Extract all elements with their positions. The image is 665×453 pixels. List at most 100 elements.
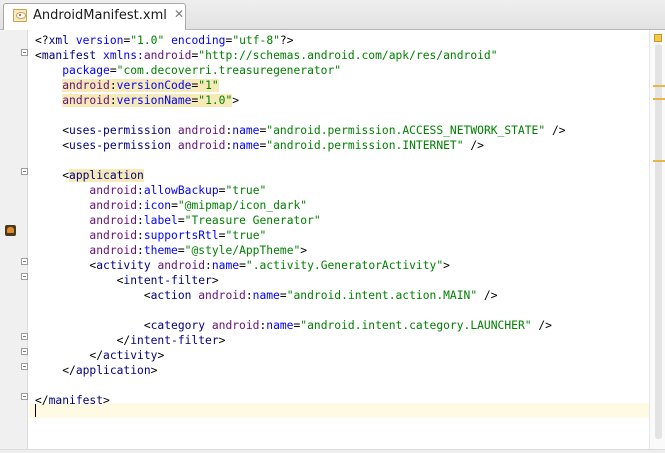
code-token: manifest xyxy=(41,49,104,62)
code-token: activity xyxy=(103,349,158,362)
code-line[interactable]: package="com.decoverri.treasuregenerator… xyxy=(35,63,341,78)
code-token: </ xyxy=(35,364,76,377)
code-token: versionCode xyxy=(116,79,192,92)
code-token: "com.decoverri.treasuregenerator" xyxy=(116,64,342,77)
code-token: android xyxy=(198,289,246,302)
fold-toggle-intent-filter-end[interactable] xyxy=(21,333,28,340)
code-token: uses-permission xyxy=(69,139,178,152)
code-token: > xyxy=(218,334,226,347)
code-token: "android.permission.ACCESS_NETWORK_STATE… xyxy=(266,124,546,137)
code-line[interactable]: </intent-filter> xyxy=(35,333,226,348)
code-line[interactable]: <manifest xmlns:android="http://schemas.… xyxy=(35,48,498,63)
code-token: activity xyxy=(96,259,158,272)
code-token: "true" xyxy=(225,184,267,197)
editor-tab-bar: AndroidManifest.xml ✕ xyxy=(0,0,665,30)
code-token: supportsRtl xyxy=(143,229,219,242)
code-token: versionName xyxy=(116,94,192,107)
code-line[interactable]: android:allowBackup="true" xyxy=(35,183,266,198)
code-token: package xyxy=(62,64,110,77)
code-token: "android.intent.category.LAUNCHER" xyxy=(300,319,532,332)
code-line[interactable]: android:versionCode="1" xyxy=(35,78,219,93)
code-token: > xyxy=(443,259,450,272)
code-token: < xyxy=(35,139,70,152)
code-token: > xyxy=(157,349,165,362)
code-token: android xyxy=(143,49,192,62)
warning-marker[interactable] xyxy=(653,98,665,100)
editor-bottom-edge xyxy=(0,449,665,453)
code-token: version xyxy=(75,34,124,47)
code-line[interactable]: android:supportsRtl="true" xyxy=(35,228,266,243)
editor-gutter xyxy=(0,30,28,453)
code-token: category xyxy=(150,319,212,332)
code-token: intent-filter xyxy=(130,334,219,347)
code-token: name xyxy=(232,139,260,152)
code-token: "Treasure Generator" xyxy=(184,214,321,227)
code-line[interactable]: </application> xyxy=(35,363,157,378)
error-stripe[interactable] xyxy=(649,30,665,453)
code-token: application xyxy=(75,364,151,377)
code-token: application xyxy=(69,169,144,182)
code-line[interactable]: android:theme="@style/AppTheme"> xyxy=(35,243,307,258)
code-line[interactable]: <application xyxy=(35,168,144,183)
code-line[interactable]: android:label="Treasure Generator" xyxy=(35,213,321,228)
code-line[interactable]: </activity> xyxy=(35,348,164,363)
code-token: android xyxy=(89,199,138,212)
code-token: android xyxy=(89,184,138,197)
code-line[interactable]: <intent-filter> xyxy=(35,273,219,288)
close-tab-icon[interactable]: ✕ xyxy=(174,7,184,21)
fold-toggle-application-end[interactable] xyxy=(21,363,28,370)
code-token: </ xyxy=(35,349,104,362)
android-icon[interactable] xyxy=(5,225,16,236)
code-area[interactable]: <?xml version="1.0" encoding="utf-8"?> <m… xyxy=(29,30,649,453)
code-line[interactable]: <uses-permission android:name="android.p… xyxy=(35,123,566,138)
warning-marker[interactable] xyxy=(653,160,665,162)
code-line[interactable]: <category android:name="android.intent.c… xyxy=(35,318,552,333)
code-token: android xyxy=(62,94,110,107)
code-token: = xyxy=(109,64,117,77)
vertical-scrollbar[interactable] xyxy=(655,44,662,439)
fold-toggle-application[interactable] xyxy=(21,168,28,175)
warning-marker[interactable] xyxy=(653,85,665,87)
code-line[interactable]: <?xml version="1.0" encoding="utf-8"?> xyxy=(35,33,294,48)
fold-toggle-activity[interactable] xyxy=(21,258,28,265)
code-token: intent-filter xyxy=(123,274,212,287)
code-token: encoding xyxy=(171,34,226,47)
code-token: manifest xyxy=(48,394,104,407)
code-token: android xyxy=(89,229,138,242)
code-token: : xyxy=(137,199,144,212)
code-token: android xyxy=(62,79,110,92)
xml-file-icon xyxy=(13,9,27,22)
tab-title: AndroidManifest.xml xyxy=(33,8,167,23)
fold-toggle-activity-end[interactable] xyxy=(21,348,28,355)
code-line[interactable]: </manifest> xyxy=(35,393,110,408)
code-token: icon xyxy=(143,199,172,212)
code-line[interactable]: <activity android:name=".activity.Genera… xyxy=(35,258,450,273)
code-token: = xyxy=(239,259,246,272)
code-line[interactable]: <action android:name="android.intent.act… xyxy=(35,288,498,303)
editor-tab-android-manifest[interactable]: AndroidManifest.xml ✕ xyxy=(3,3,186,30)
code-token: android xyxy=(177,124,226,137)
code-line[interactable]: <uses-permission android:name="android.p… xyxy=(35,138,484,153)
code-token: ".activity.GeneratorActivity" xyxy=(245,259,444,272)
code-token: : xyxy=(137,229,144,242)
code-token: <? xyxy=(35,34,49,47)
code-token: : xyxy=(109,94,117,107)
fold-toggle-manifest[interactable] xyxy=(21,49,28,56)
code-token: "android.intent.action.MAIN" xyxy=(286,289,478,302)
inspection-status-icon[interactable] xyxy=(654,34,662,42)
fold-toggle-manifest-end[interactable] xyxy=(21,393,28,400)
code-token: /> xyxy=(545,124,566,137)
code-token: : xyxy=(137,184,144,197)
code-token: : xyxy=(109,79,117,92)
fold-toggle-intent-filter[interactable] xyxy=(21,273,28,280)
code-line[interactable]: android:icon="@mipmap/icon_dark" xyxy=(35,198,307,213)
code-token: > xyxy=(150,364,158,377)
current-line-highlight xyxy=(29,403,649,418)
code-line[interactable]: android:versionName="1.0"> xyxy=(35,93,239,108)
code-token: xml xyxy=(48,34,76,47)
